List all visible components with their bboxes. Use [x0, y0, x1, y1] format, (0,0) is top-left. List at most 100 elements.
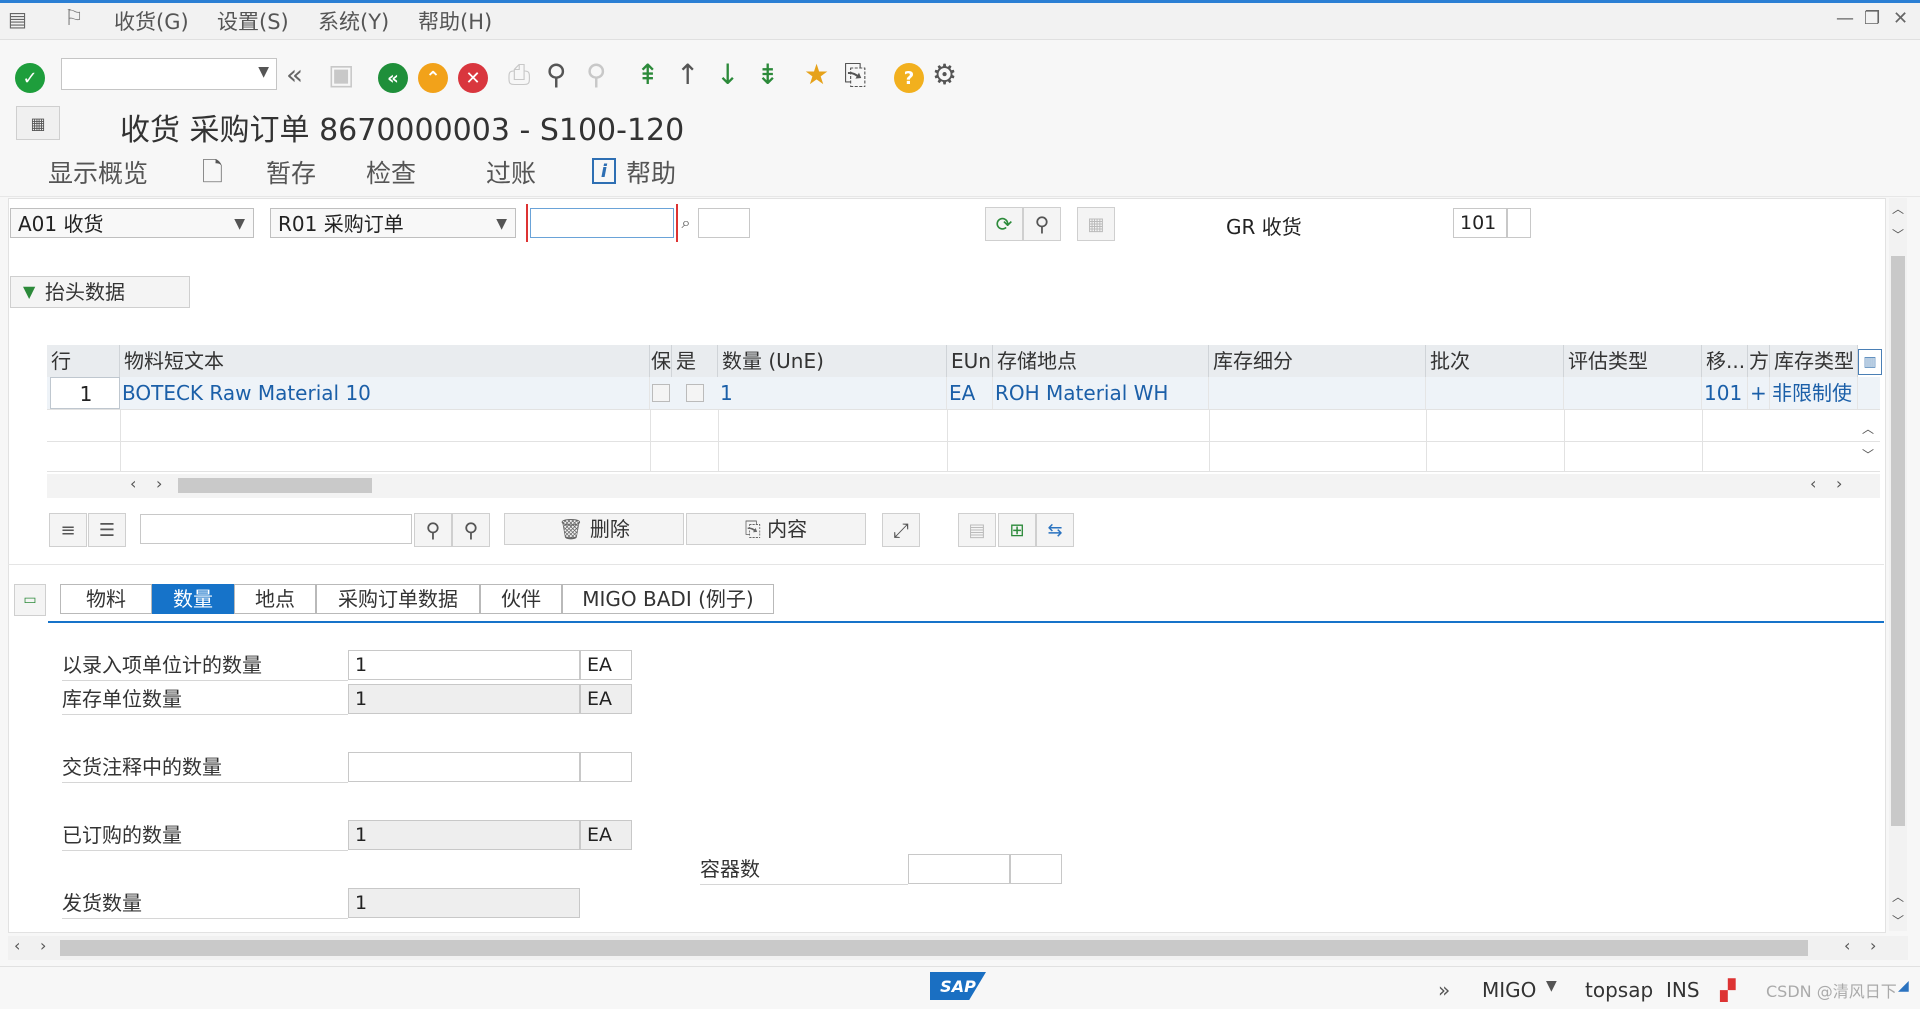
scroll-down-bottom-icon[interactable]: ﹀ — [1892, 912, 1904, 929]
cell-storage-location[interactable]: ROH Material WH — [993, 377, 1209, 409]
menu-help[interactable]: 帮助(H) — [418, 6, 492, 36]
cancel-icon[interactable]: ✕ — [458, 63, 488, 93]
help-button[interactable]: 帮助 — [626, 154, 676, 190]
movement-type-field[interactable]: 101 — [1453, 208, 1507, 238]
binoculars-icon[interactable]: ⚲ — [1023, 207, 1061, 241]
po-item-input[interactable] — [698, 208, 750, 238]
post-button[interactable]: 过账 — [486, 154, 536, 190]
restore-icon[interactable]: ❐ — [1864, 8, 1880, 29]
col-header-keep[interactable]: 保 — [650, 345, 672, 377]
menu-settings[interactable]: 设置(S) — [217, 6, 289, 36]
col-header-batch[interactable]: 批次 — [1426, 345, 1564, 377]
sort-descending-icon[interactable]: ☰ — [88, 513, 126, 547]
minimize-icon[interactable]: — — [1836, 8, 1854, 29]
fullscreen-icon[interactable]: ⤢ — [882, 513, 920, 547]
detail-toggle-icon[interactable]: ▭ — [14, 584, 46, 616]
col-header-unit[interactable]: EUn — [947, 345, 993, 377]
tab-migo-badi[interactable]: MIGO BADI (例子) — [562, 584, 774, 614]
scroll-right-icon[interactable]: › — [40, 936, 46, 955]
resize-grip-icon[interactable]: ◢ — [1898, 978, 1909, 994]
col-header-stock-segment[interactable]: 库存细分 — [1209, 345, 1426, 377]
scroll-down-icon[interactable]: ﹀ — [1892, 226, 1904, 243]
menu-goods-receipt[interactable]: 收货(G) — [114, 6, 189, 36]
find-next-icon[interactable]: ⚲ — [586, 58, 607, 91]
scroll-left-icon[interactable]: ‹ — [130, 474, 136, 493]
execute-icon[interactable]: ⟳ — [985, 207, 1023, 241]
chevron-down-icon[interactable]: ▼ — [258, 64, 269, 80]
find-icon[interactable]: ⚲ — [546, 58, 567, 91]
sort-ascending-icon[interactable]: ≡ — [49, 513, 87, 547]
col-header-stock-type[interactable]: 库存类型 — [1770, 345, 1858, 377]
calendar-icon[interactable]: ▦ — [1077, 207, 1115, 241]
command-field[interactable]: ▼ — [61, 58, 277, 90]
reference-doc-select[interactable]: R01 采购订单 ▼ — [270, 208, 516, 238]
scroll-left-icon[interactable]: ‹ — [14, 936, 20, 955]
scroll-left-icon[interactable]: ‹ — [1844, 936, 1850, 955]
tab-partner[interactable]: 伙伴 — [480, 584, 562, 614]
grid-scroll-thumb[interactable] — [178, 478, 372, 493]
scroll-right-icon[interactable]: › — [1836, 474, 1842, 493]
document-icon[interactable]: ▤ — [958, 513, 996, 547]
layout-toggle-icon[interactable]: ▦ — [16, 106, 60, 140]
cell-batch[interactable] — [1426, 377, 1564, 409]
column-settings-icon[interactable]: ▥ — [1858, 349, 1882, 375]
binoculars-icon[interactable]: ⚲ — [414, 513, 452, 547]
cell-line[interactable]: 1 — [50, 377, 120, 409]
next-page-icon[interactable]: ↓ — [716, 58, 739, 91]
grid-search-input[interactable] — [140, 514, 412, 544]
print-icon[interactable]: ⎙ — [508, 58, 530, 92]
cell-stock-type[interactable]: 非限制使 — [1770, 377, 1858, 409]
show-overview-button[interactable]: 显示概览 — [48, 154, 148, 190]
cell-unit[interactable]: EA — [947, 377, 993, 409]
previous-page-icon[interactable]: ↑ — [676, 58, 699, 91]
scroll-up-icon[interactable]: ︿ — [1892, 200, 1904, 217]
chevron-down-icon[interactable]: ▼ — [1546, 978, 1557, 994]
history-back-icon[interactable]: « — [286, 58, 303, 91]
save-icon[interactable]: ▣ — [328, 58, 354, 91]
shortcut-create-icon[interactable]: ⎘ — [844, 58, 866, 92]
tab-material[interactable]: 物料 — [60, 584, 152, 614]
gear-icon[interactable]: ⚙ — [932, 58, 957, 91]
hold-button[interactable]: 暂存 — [266, 154, 316, 190]
transfer-icon[interactable]: ⇆ — [1036, 513, 1074, 547]
page-scroll-thumb[interactable] — [60, 940, 1808, 956]
create-session-icon[interactable]: ★ — [804, 58, 829, 91]
col-header-movement-type[interactable]: 移... — [1702, 345, 1748, 377]
new-document-icon[interactable]: 🗋 — [202, 154, 223, 198]
containers-unit-input[interactable] — [1010, 854, 1062, 884]
cell-movement-type[interactable]: 101 — [1702, 377, 1748, 409]
help-icon[interactable]: ? — [894, 63, 924, 93]
find-next-icon[interactable]: ⚲ — [452, 513, 490, 547]
qty-entry-unit-uom[interactable]: EA — [580, 650, 632, 680]
header-data-button[interactable]: ▼ 抬头数据 — [10, 276, 190, 308]
col-header-quantity[interactable]: 数量 (UnE) — [718, 345, 947, 377]
scroll-right-icon[interactable]: › — [156, 474, 162, 493]
scroll-right-icon[interactable]: › — [1870, 936, 1876, 955]
tab-where[interactable]: 地点 — [234, 584, 316, 614]
grid-scroll-down-icon[interactable]: ﹀ — [1862, 446, 1874, 463]
qty-delivery-note-input[interactable] — [348, 752, 580, 782]
close-window-icon[interactable]: ✕ — [1893, 8, 1908, 29]
scroll-up-bottom-icon[interactable]: ︿ — [1892, 888, 1904, 905]
delete-button[interactable]: 🗑 删除 — [504, 513, 684, 545]
vertical-scroll-thumb[interactable] — [1891, 256, 1905, 826]
shortcut-icon[interactable]: ⚐ — [64, 6, 84, 31]
cell-stock-segment[interactable] — [1209, 377, 1426, 409]
cell-valuation-type[interactable] — [1564, 377, 1702, 409]
tab-quantity[interactable]: 数量 — [152, 584, 234, 614]
col-header-ok[interactable]: 是 — [672, 345, 718, 377]
add-row-icon[interactable]: ⊞ — [998, 513, 1036, 547]
menu-system[interactable]: 系统(Y) — [318, 6, 389, 36]
col-header-material-text[interactable]: 物料短文本 — [120, 345, 650, 377]
last-page-icon[interactable]: ⇟ — [756, 58, 779, 91]
expand-status-icon[interactable]: » — [1438, 978, 1450, 1002]
cell-direction[interactable]: + — [1748, 377, 1770, 409]
enter-check-icon[interactable]: ✓ — [15, 63, 45, 93]
qty-entry-unit-input[interactable]: 1 — [348, 650, 580, 680]
movement-type-indicator[interactable] — [1507, 208, 1531, 238]
col-header-line[interactable]: 行 — [47, 345, 120, 377]
checkbox-keep[interactable] — [652, 384, 670, 402]
checkbox-ok[interactable] — [686, 384, 704, 402]
menu-icon[interactable]: ▤ — [8, 7, 27, 31]
cell-quantity[interactable]: 1 — [718, 377, 947, 409]
